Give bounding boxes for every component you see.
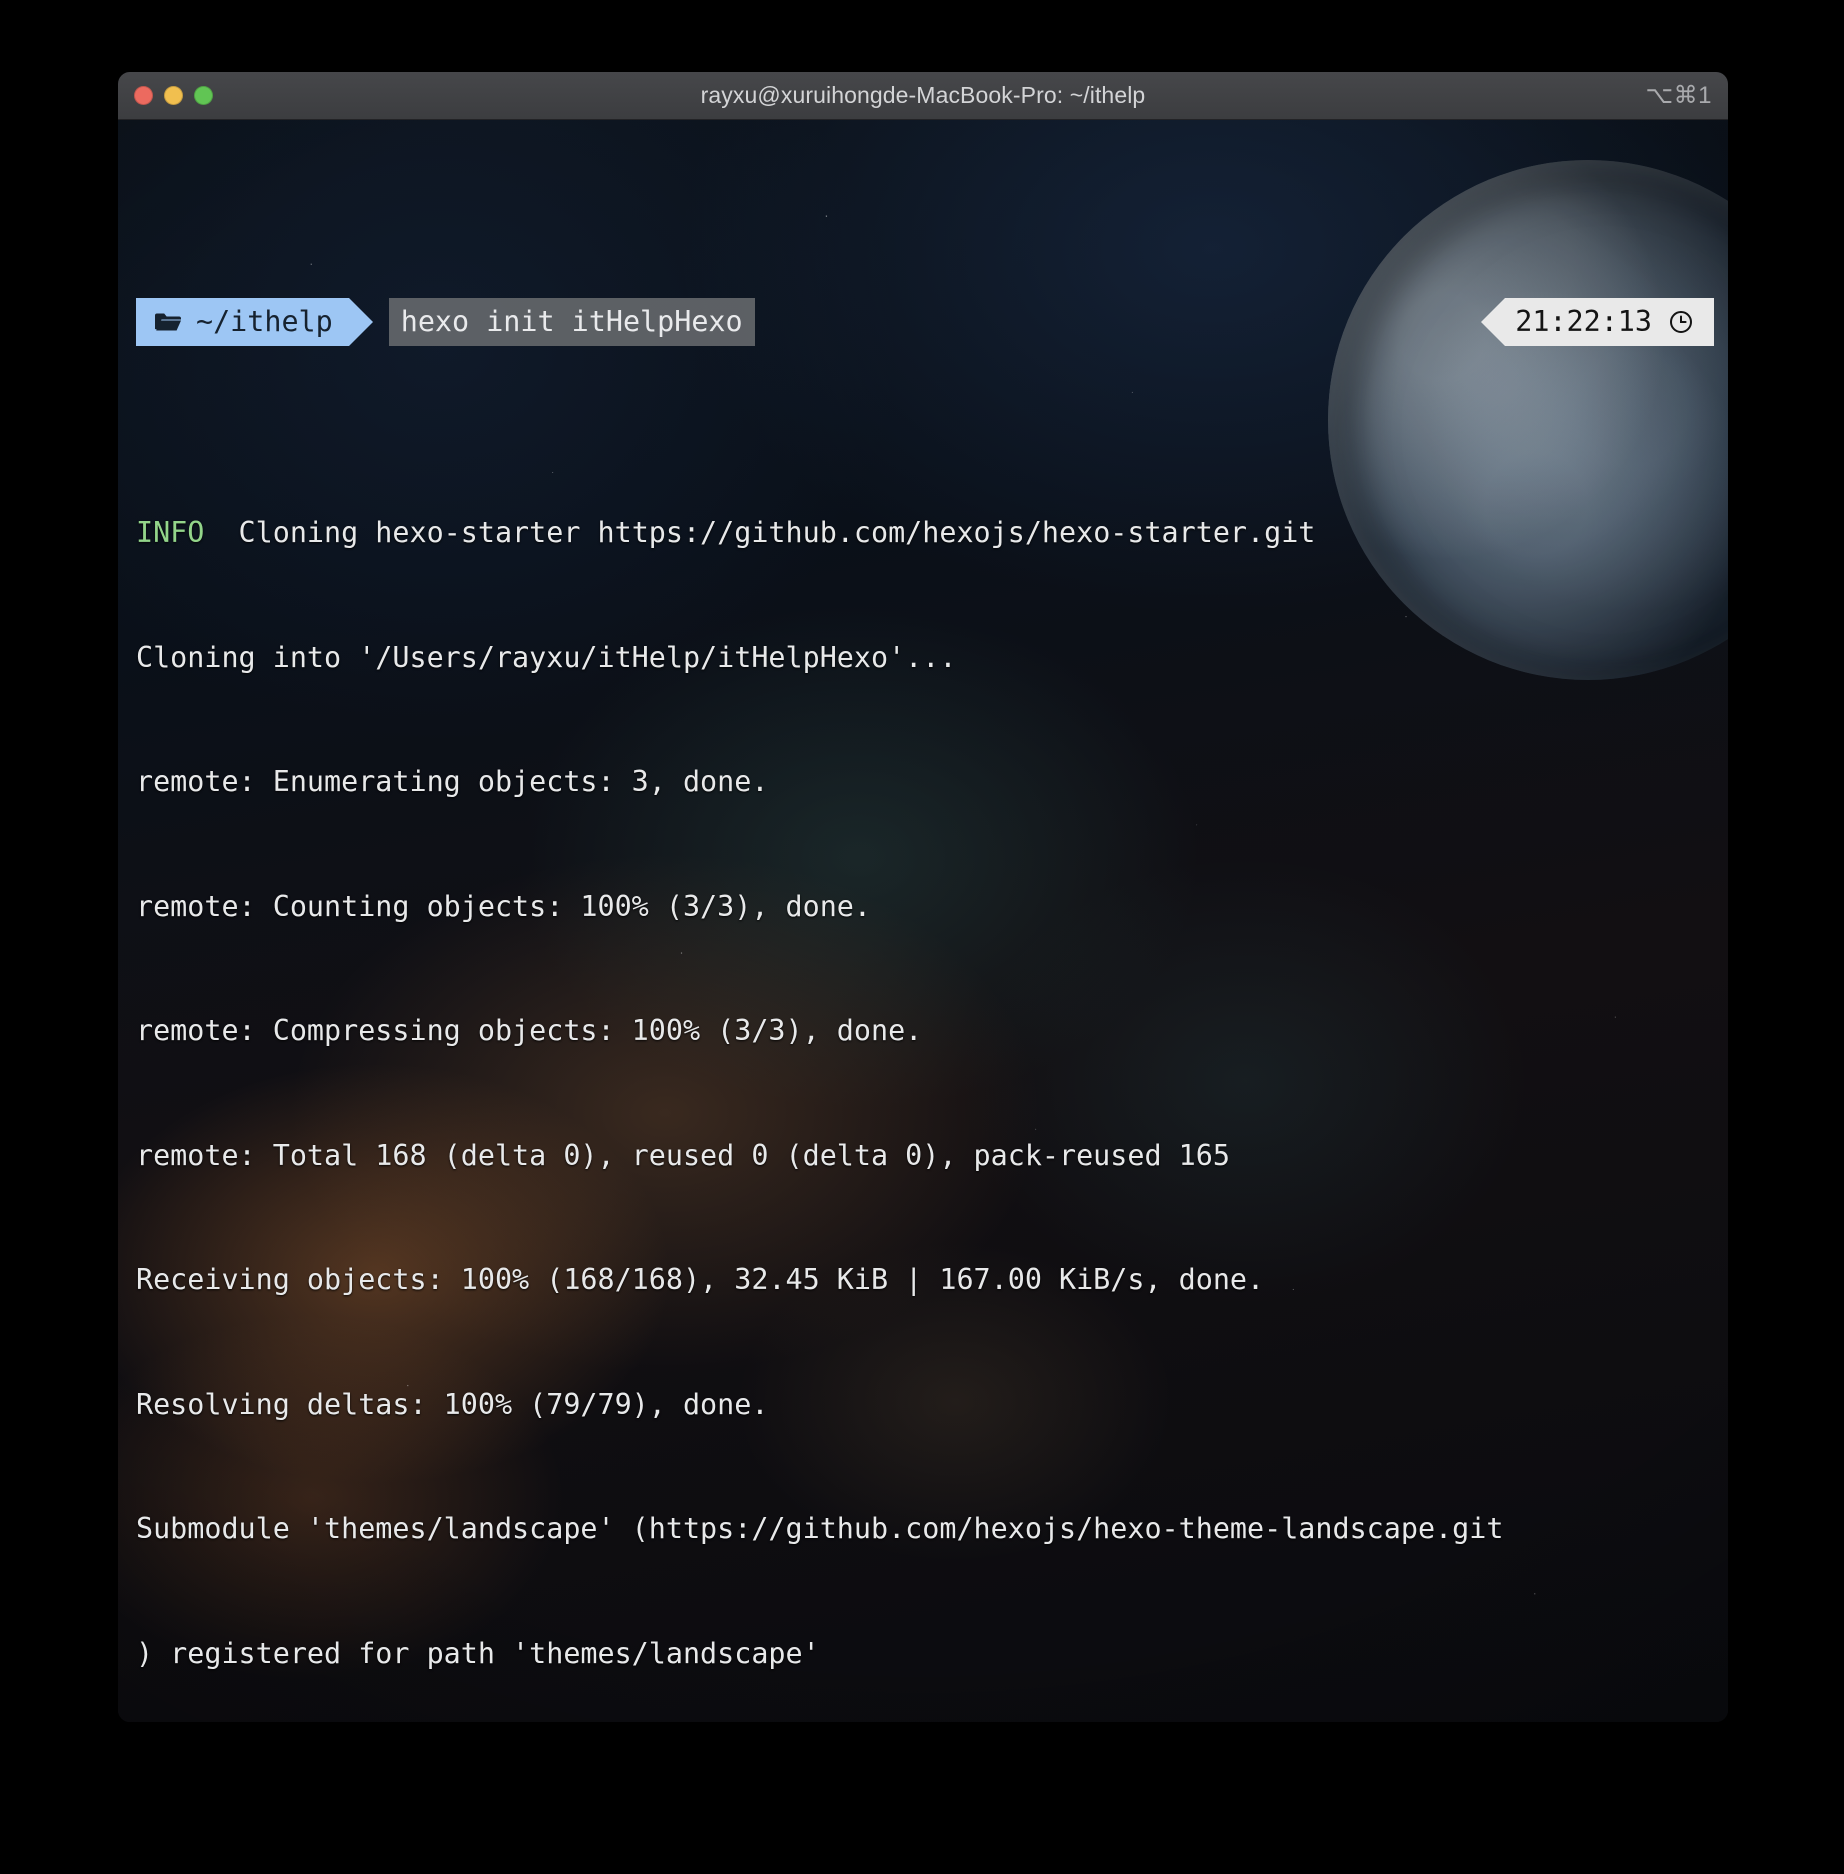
output-line: ) registered for path 'themes/landscape'	[136, 1636, 820, 1670]
command-input[interactable]: hexo init itHelpHexo	[388, 298, 755, 346]
close-button[interactable]	[134, 86, 153, 105]
clock-icon	[1670, 311, 1692, 333]
terminal-screen[interactable]: ~/ithelp hexo init itHelpHexo 21:22:13 I…	[118, 120, 1728, 1722]
time-arrow-icon	[1481, 298, 1506, 346]
output-line: remote: Enumerating objects: 3, done.	[136, 765, 769, 798]
window-title: rayxu@xuruihongde-MacBook-Pro: ~/ithelp	[700, 82, 1146, 108]
terminal-body[interactable]: ~/ithelp hexo init itHelpHexo 21:22:13 I…	[118, 120, 1728, 1722]
output-line: Submodule 'themes/landscape' (https://gi…	[136, 1512, 1504, 1545]
window-titlebar: rayxu@xuruihongde-MacBook-Pro: ~/ithelp …	[118, 72, 1728, 120]
folder-icon	[155, 313, 181, 331]
output-line: Cloning into '/Users/rayxu/itHelp/itHelp…	[136, 640, 957, 674]
prompt-path-text: ~/ithelp	[196, 304, 333, 338]
output-line: remote: Compressing objects: 100% (3/3),…	[136, 1014, 923, 1047]
time-badge-body: 21:22:13	[1505, 298, 1714, 346]
output-line: INFO Cloning hexo-starter https://github…	[118, 512, 1728, 554]
prompt-arrow-icon	[348, 298, 373, 346]
prompt-path-segment[interactable]: ~/ithelp	[136, 298, 349, 346]
time-badge-top: 21:22:13	[1481, 298, 1714, 346]
minimize-button[interactable]	[164, 86, 183, 105]
output-line: remote: Counting objects: 100% (3/3), do…	[136, 889, 871, 923]
output-line: Receiving objects: 100% (168/168), 32.45…	[136, 1263, 1265, 1296]
info-label: INFO	[136, 516, 205, 549]
terminal-window[interactable]: rayxu@xuruihongde-MacBook-Pro: ~/ithelp …	[118, 72, 1728, 1722]
time-text: 21:22:13	[1515, 305, 1652, 339]
zoom-button[interactable]	[194, 86, 213, 105]
output-line: Resolving deltas: 100% (79/79), done.	[136, 1387, 769, 1421]
output-text: Cloning hexo-starter https://github.com/…	[204, 516, 1316, 549]
prompt-row-top[interactable]: ~/ithelp hexo init itHelpHexo 21:22:13	[118, 298, 1728, 346]
output-line: remote: Total 168 (delta 0), reused 0 (d…	[136, 1138, 1230, 1172]
traffic-light-buttons	[134, 86, 213, 105]
keyboard-shortcut-badge: ⌥⌘1	[1645, 82, 1712, 109]
